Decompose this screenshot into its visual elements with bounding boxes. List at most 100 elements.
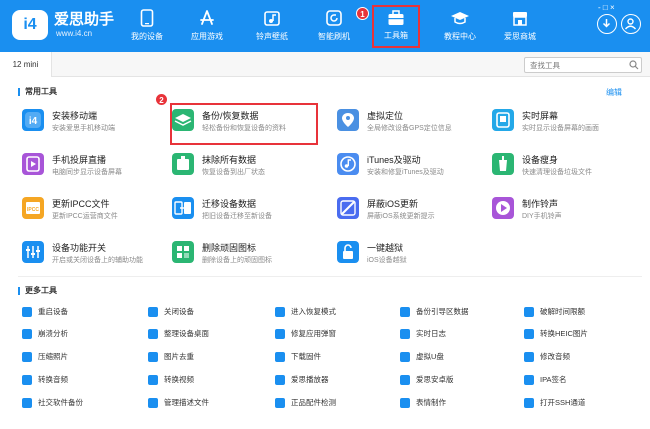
- more-tool-item[interactable]: 修改音频: [524, 350, 649, 366]
- more-tool-item[interactable]: 表情制作: [400, 396, 525, 412]
- tool-description: 安装爱思手机移动端: [52, 125, 115, 132]
- tool-title: 抹除所有数据: [202, 155, 257, 165]
- tool-title: 迁移设备数据: [202, 199, 257, 209]
- tool-one-click-jailbreak[interactable]: 一键越狱 iOS设备越狱: [337, 237, 492, 275]
- more-tool-item[interactable]: 关闭设备: [148, 305, 273, 321]
- window-controls[interactable]: - □ ×: [598, 3, 615, 12]
- more-tool-item[interactable]: 修复应用弹窗: [275, 327, 400, 343]
- step-badge-1: 1: [356, 7, 369, 20]
- more-tool-item[interactable]: 爱思播放器: [275, 373, 400, 389]
- tool-icon: [524, 329, 534, 339]
- tool-backup-restore[interactable]: 备份/恢复数据 轻松备份和恢复设备的资料: [170, 103, 318, 145]
- nav-store[interactable]: 爱思商城: [500, 0, 540, 52]
- tool-device-feature-switch[interactable]: 设备功能开关 开启或关闭设备上的辅助功能: [22, 237, 177, 275]
- more-tool-item[interactable]: 崩溃分析: [22, 327, 147, 343]
- more-tool-label: 正品配件检测: [291, 398, 336, 407]
- tool-make-ringtone[interactable]: 制作铃声 DIY手机铃声: [492, 193, 647, 231]
- tool-description: 电脑同步显示设备屏幕: [52, 169, 122, 176]
- more-tool-item[interactable]: 进入恢复模式: [275, 305, 400, 321]
- tool-icon: [22, 398, 32, 408]
- edit-link[interactable]: 编辑: [606, 87, 622, 98]
- more-tool-item[interactable]: 打开SSH通道: [524, 396, 649, 412]
- tool-title: 虚拟定位: [367, 111, 404, 121]
- more-tool-item[interactable]: 社交软件备份: [22, 396, 147, 412]
- more-tool-item[interactable]: 实时日志: [400, 327, 525, 343]
- more-tool-item[interactable]: 转换音频: [22, 373, 147, 389]
- search-icon[interactable]: [629, 60, 639, 70]
- nav-ringtones-wallpapers[interactable]: 铃声壁纸: [252, 0, 292, 52]
- screen-icon: [492, 109, 514, 131]
- tool-realtime-screen[interactable]: 实时屏幕 实时显示设备屏幕的画面: [492, 105, 647, 143]
- tool-title: 安装移动端: [52, 111, 98, 121]
- store-icon: [513, 12, 527, 26]
- tool-title: iTunes及驱动: [367, 155, 421, 165]
- tool-delete-stubborn-icons[interactable]: 删除顽固图标删除设备上的顽固图标: [172, 237, 327, 275]
- svg-text:i4: i4: [29, 116, 38, 127]
- nav-apps-games[interactable]: 应用游戏: [187, 0, 227, 52]
- more-tool-label: 转换HEIC图片: [540, 329, 588, 338]
- nav-toolbox[interactable]: 工具箱: [372, 5, 420, 48]
- more-tool-item[interactable]: 管理描述文件: [148, 396, 273, 412]
- user-button[interactable]: [621, 14, 641, 34]
- nav-smart-flash[interactable]: 智能刷机: [314, 0, 354, 52]
- more-tool-item[interactable]: 爱思安卓版: [400, 373, 525, 389]
- tool-update-ipcc[interactable]: IPCC 更新IPCC文件 更新IPCC运营商文件: [22, 193, 177, 231]
- location-pin-icon: [337, 109, 359, 131]
- tool-description: 安装和修复iTunes及驱动: [367, 169, 444, 176]
- more-tool-item[interactable]: 转换视频: [148, 373, 273, 389]
- tool-icon: [275, 307, 285, 317]
- app-url: www.i4.cn: [56, 29, 93, 38]
- more-tool-item[interactable]: 正品配件检测: [275, 396, 400, 412]
- more-tool-item[interactable]: 下载固件: [275, 350, 400, 366]
- search-input[interactable]: [524, 57, 642, 73]
- more-tool-label: 图片去重: [164, 352, 194, 361]
- tool-itunes-driver[interactable]: iTunes及驱动安装和修复iTunes及驱动: [337, 149, 492, 187]
- nav-my-device[interactable]: 我的设备: [127, 0, 167, 52]
- tool-migrate-data[interactable]: 迁移设备数据 把旧设备迁移至新设备: [172, 193, 327, 231]
- more-tool-label: 重启设备: [38, 307, 68, 316]
- more-tool-item[interactable]: 压缩照片: [22, 350, 147, 366]
- tool-install-mobile[interactable]: i4 安装移动端安装爱思手机移动端: [22, 105, 177, 143]
- tool-icon: [524, 352, 534, 362]
- more-tool-item[interactable]: 破解时间限额: [524, 305, 649, 321]
- tool-description: 轻松备份和恢复设备的资料: [202, 125, 286, 132]
- more-tool-item[interactable]: 图片去重: [148, 350, 273, 366]
- tool-icon: [275, 352, 285, 362]
- tool-device-cleanup[interactable]: 设备瘦身 快速清理设备垃圾文件: [492, 149, 647, 187]
- more-tool-item[interactable]: IPA签名: [524, 373, 649, 389]
- tool-icon: [22, 329, 32, 339]
- tool-icon: [148, 352, 158, 362]
- nav-label: 工具箱: [384, 31, 408, 40]
- nav-label: 应用游戏: [191, 32, 223, 41]
- tool-erase-all-data[interactable]: 抹除所有数据 恢复设备到出厂状态: [172, 149, 327, 187]
- more-tool-label: 打开SSH通道: [540, 398, 586, 407]
- tool-icon: [275, 329, 285, 339]
- more-tool-item[interactable]: 转换HEIC图片: [524, 327, 649, 343]
- tool-block-ios-update[interactable]: 屏蔽iOS更新 屏蔽iOS系统更新提示: [337, 193, 492, 231]
- device-tab[interactable]: 12 mini: [0, 52, 52, 77]
- sliders-icon: [22, 241, 44, 263]
- nav-tutorial-center[interactable]: 教程中心: [440, 0, 480, 52]
- download-button[interactable]: [597, 14, 617, 34]
- more-tool-item[interactable]: 备份引导区数据: [400, 305, 525, 321]
- nav-label: 教程中心: [444, 32, 476, 41]
- app-logo: i4: [12, 10, 48, 40]
- tool-title: 删除顽固图标: [202, 243, 257, 253]
- tool-icon: [524, 398, 534, 408]
- more-tool-label: IPA签名: [540, 375, 567, 384]
- more-tools-title: 更多工具: [18, 287, 57, 295]
- more-tool-label: 修改音频: [540, 352, 570, 361]
- tool-virtual-location[interactable]: 虚拟定位 全局修改设备GPS定位信息: [337, 105, 492, 143]
- tool-icon: [148, 375, 158, 385]
- tool-icon: [400, 352, 410, 362]
- more-tool-item[interactable]: 重启设备: [22, 305, 147, 321]
- tool-screen-mirror[interactable]: 手机投屏直播 电脑同步显示设备屏幕: [22, 149, 177, 187]
- music-icon: [264, 11, 280, 26]
- more-tool-item[interactable]: 虚拟U盘: [400, 350, 525, 366]
- ipcc-icon: IPCC: [22, 197, 44, 219]
- tool-description: 删除设备上的顽固图标: [202, 257, 272, 264]
- more-tool-label: 破解时间限额: [540, 307, 585, 316]
- more-tool-item[interactable]: 整理设备桌面: [148, 327, 273, 343]
- download-icon: [602, 19, 611, 28]
- tool-icon: [400, 375, 410, 385]
